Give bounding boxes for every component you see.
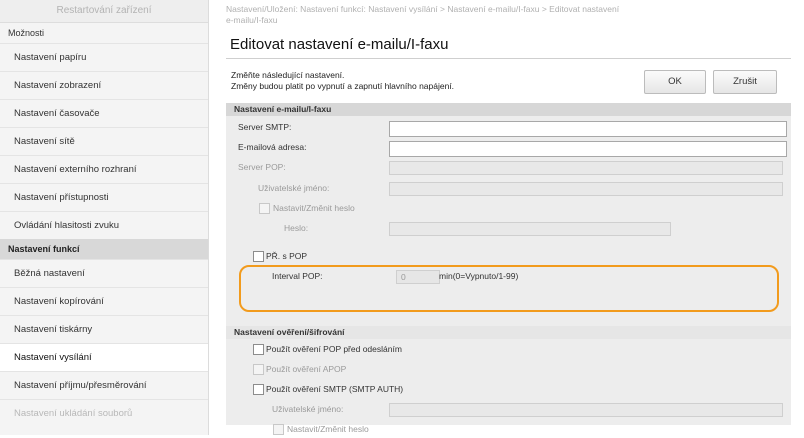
pop-before-send-label: Použít ověření POP před odesláním: [266, 344, 402, 354]
pop-set-password-checkbox[interactable]: [259, 203, 270, 214]
sidebar-item-store-files[interactable]: Nastavení ukládání souborů: [0, 399, 208, 427]
message-line-1: Změňte následující nastavení.: [231, 70, 345, 80]
apop-checkbox[interactable]: [253, 364, 264, 375]
pop-before-send-checkbox[interactable]: [253, 344, 264, 355]
email-address-label: E-mailová adresa:: [238, 142, 307, 152]
smtp-set-password-row: Nastavit/Změnit heslo: [226, 420, 791, 438]
sidebar-item-common[interactable]: Běžná nastavení: [0, 259, 208, 287]
pop-receive-checkbox[interactable]: [253, 251, 264, 262]
email-address-row: E-mailová adresa:: [226, 138, 791, 157]
sidebar-item-receive-forward[interactable]: Nastavení příjmu/přesměrování: [0, 371, 208, 399]
smtp-auth-row: Použít ověření SMTP (SMTP AUTH): [226, 380, 791, 398]
pop-receive-row: PŘ. s POP: [226, 247, 791, 265]
pop-server-input[interactable]: [389, 161, 783, 175]
cancel-button[interactable]: Zrušit: [713, 70, 777, 94]
smtp-auth-checkbox[interactable]: [253, 384, 264, 395]
message-box: Změňte následující nastavení. Změny budo…: [226, 65, 791, 103]
smtp-server-input[interactable]: [389, 121, 787, 137]
smtp-username-input[interactable]: [389, 403, 783, 417]
sidebar-section-functions: Nastavení funkcí: [0, 239, 208, 259]
email-settings-header: Nastavení e-mailu/I-faxu: [226, 103, 791, 116]
email-address-input[interactable]: [389, 141, 787, 157]
pop-password-row: Heslo:: [226, 219, 791, 237]
pop-username-label: Uživatelské jméno:: [258, 183, 330, 193]
apop-row: Použít ověření APOP: [226, 360, 791, 378]
sidebar-item-network[interactable]: Nastavení sítě: [0, 127, 208, 155]
sidebar-item-timer[interactable]: Nastavení časovače: [0, 99, 208, 127]
breadcrumb-line-1: Nastavení/Uložení: Nastavení funkcí: Nas…: [226, 4, 620, 14]
pop-password-input[interactable]: [389, 222, 671, 236]
sidebar-item-volume[interactable]: Ovládání hlasitosti zvuku: [0, 211, 208, 239]
breadcrumb: Nastavení/Uložení: Nastavení funkcí: Nas…: [226, 4, 791, 26]
sidebar-item-send[interactable]: Nastavení vysílání: [0, 343, 208, 371]
apop-label: Použít ověření APOP: [266, 364, 347, 374]
restart-device-button[interactable]: Restartování zařízení: [0, 0, 208, 23]
sidebar-item-paper[interactable]: Nastavení papíru: [0, 43, 208, 71]
pop-set-password-label: Nastavit/Změnit heslo: [273, 203, 355, 213]
breadcrumb-line-2: e-mailu/I-faxu: [226, 15, 278, 25]
sidebar-item-accessibility[interactable]: Nastavení přístupnosti: [0, 183, 208, 211]
message-line-2: Změny budou platit po vypnutí a zapnutí …: [231, 81, 455, 91]
title-divider: [226, 58, 791, 59]
sidebar-item-copy[interactable]: Nastavení kopírování: [0, 287, 208, 315]
pop-server-row: Server POP:: [226, 158, 791, 176]
sidebar-item-printer[interactable]: Nastavení tiskárny: [0, 315, 208, 343]
sidebar-section-options: Možnosti: [8, 28, 45, 38]
sidebar: Restartování zařízení Možnosti Nastavení…: [0, 0, 209, 435]
pop-username-input[interactable]: [389, 182, 783, 196]
smtp-username-row: Uživatelské jméno:: [226, 400, 791, 418]
pop-server-label: Server POP:: [238, 162, 286, 172]
pop-password-label: Heslo:: [284, 223, 309, 233]
pop-username-row: Uživatelské jméno:: [226, 179, 791, 197]
auth-settings-header: Nastavení ověření/šifrování: [226, 326, 791, 339]
smtp-set-password-label: Nastavit/Změnit heslo: [287, 424, 369, 434]
auth-settings-form: Použít ověření POP před odesláním Použít…: [226, 339, 791, 435]
main-content: Nastavení/Uložení: Nastavení funkcí: Nas…: [226, 0, 791, 435]
smtp-set-password-checkbox[interactable]: [273, 424, 284, 435]
pop-set-password-row: Nastavit/Změnit heslo: [226, 199, 791, 217]
page-title: Editovat nastavení e-mailu/I-faxu: [230, 36, 449, 53]
smtp-auth-label: Použít ověření SMTP (SMTP AUTH): [266, 384, 404, 394]
smtp-username-label: Uživatelské jméno:: [272, 404, 344, 414]
pop-before-send-row: Použít ověření POP před odesláním: [226, 340, 791, 358]
sidebar-item-external-interface[interactable]: Nastavení externího rozhraní: [0, 155, 208, 183]
pop-receive-label: PŘ. s POP: [266, 251, 308, 261]
smtp-server-row: Server SMTP:: [226, 118, 791, 137]
sidebar-item-display[interactable]: Nastavení zobrazení: [0, 71, 208, 99]
pop-receive-highlight: [239, 265, 779, 312]
ok-button[interactable]: OK: [644, 70, 706, 94]
smtp-server-label: Server SMTP:: [238, 122, 292, 132]
